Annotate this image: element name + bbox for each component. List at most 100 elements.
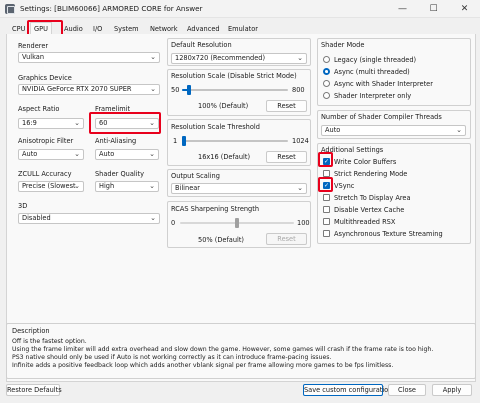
output-scaling-select[interactable]: Bilinear ⌄ — [171, 183, 307, 194]
rcas-sharpening-thumb[interactable] — [235, 218, 239, 228]
rcas-sharpening-label: RCAS Sharpening Strength — [171, 205, 260, 213]
rcas-sharpening-min: 0 — [171, 219, 176, 227]
renderer-label: Renderer — [18, 42, 49, 50]
description-line: Infinite adds a positive feedback loop w… — [12, 362, 394, 369]
chevron-down-icon: ⌄ — [150, 53, 156, 61]
shader-mode-option-interpreter: Shader Interpreter only — [334, 92, 412, 100]
framelimit-highlight — [89, 112, 161, 134]
resolution-scale-reset-button[interactable]: Reset — [266, 100, 307, 112]
app-icon — [5, 4, 15, 14]
strict-rendering-label: Strict Rendering Mode — [334, 170, 408, 178]
three-d-value: Disabled — [22, 214, 51, 222]
description-line: PS3 native should only be used if Auto i… — [12, 354, 332, 361]
save-custom-configuration-button[interactable]: Save custom configuration — [303, 384, 392, 396]
shader-mode-option-async: Async (multi threaded) — [334, 68, 410, 76]
shader-mode-label: Shader Mode — [321, 41, 365, 49]
zcull-accuracy-value: Precise (Slowest — [22, 182, 76, 190]
three-d-select[interactable]: Disabled ⌄ — [18, 213, 160, 224]
shader-quality-label: Shader Quality — [95, 170, 145, 178]
resolution-threshold-max: 1024 — [292, 137, 309, 145]
three-d-label: 3D — [18, 202, 28, 210]
chevron-down-icon: ⌄ — [150, 85, 156, 93]
resolution-threshold-slider[interactable] — [182, 140, 288, 142]
tab-bar: CPU GPU Audio I/O System Network Advance… — [6, 21, 476, 36]
anisotropic-filter-value: Auto — [22, 150, 38, 158]
renderer-select[interactable]: Vulkan ⌄ — [18, 52, 160, 63]
description-line: Using the frame limiter will add extra o… — [12, 346, 434, 353]
description-line: Off is the fastest option. — [12, 338, 87, 345]
async-texture-streaming-checkbox[interactable] — [323, 230, 330, 237]
resolution-threshold-reset-button[interactable]: Reset — [266, 151, 307, 163]
description-label: Description — [12, 327, 50, 335]
chevron-down-icon: ⌄ — [74, 150, 80, 158]
anisotropic-filter-select[interactable]: Auto ⌄ — [18, 149, 84, 160]
resolution-threshold-label: Resolution Scale Threshold — [171, 123, 260, 131]
zcull-accuracy-select[interactable]: Precise (Slowest ⌄ — [18, 181, 84, 192]
compiler-threads-select[interactable]: Auto ⌄ — [321, 125, 466, 136]
resolution-scale-min: 50 — [171, 86, 180, 94]
default-resolution-select[interactable]: 1280x720 (Recommended) ⌄ — [171, 53, 307, 64]
rcas-sharpening-reset-button[interactable]: Reset — [266, 233, 307, 245]
title-bar: Settings: [BLIM60066] ARMORED CORE for A… — [0, 0, 480, 18]
resolution-scale-max: 800 — [292, 86, 305, 94]
shader-mode-option-legacy: Legacy (single threaded) — [334, 56, 417, 64]
shader-mode-radio-interpreter[interactable] — [323, 92, 330, 99]
resolution-threshold-min: 1 — [173, 137, 178, 145]
anti-aliasing-label: Anti-Aliasing — [95, 137, 137, 145]
shader-mode-radio-async[interactable] — [323, 68, 330, 75]
write-color-buffers-highlight — [318, 152, 333, 167]
anti-aliasing-value: Auto — [99, 150, 115, 158]
chevron-down-icon: ⌄ — [149, 150, 155, 158]
multithreaded-rsx-label: Multithreaded RSX — [334, 218, 396, 226]
resolution-scale-thumb[interactable] — [187, 85, 192, 95]
output-scaling-value: Bilinear — [175, 184, 201, 192]
shader-mode-radio-async-interpreter[interactable] — [323, 80, 330, 87]
disable-vertex-cache-checkbox[interactable] — [323, 206, 330, 213]
chevron-down-icon: ⌄ — [297, 184, 303, 192]
minimize-button[interactable]: — — [387, 0, 418, 18]
anisotropic-filter-label: Anisotropic Filter — [18, 137, 74, 145]
chevron-down-icon: ⌄ — [149, 182, 155, 190]
apply-button[interactable]: Apply — [432, 384, 472, 396]
chevron-down-icon: ⌄ — [74, 182, 80, 190]
aspect-ratio-label: Aspect Ratio — [18, 105, 60, 113]
shader-quality-select[interactable]: High ⌄ — [95, 181, 159, 192]
stretch-display-label: Stretch To Display Area — [334, 194, 411, 202]
resolution-scale-value: 100% (Default) — [198, 102, 249, 110]
resolution-scale-label: Resolution Scale (Disable Strict Mode) — [171, 72, 297, 80]
write-color-buffers-label: Write Color Buffers — [334, 158, 397, 166]
zcull-accuracy-label: ZCULL Accuracy — [18, 170, 72, 178]
rcas-sharpening-value: 50% (Default) — [198, 236, 244, 244]
disable-vertex-cache-label: Disable Vertex Cache — [334, 206, 405, 214]
stretch-display-checkbox[interactable] — [323, 194, 330, 201]
resolution-threshold-thumb[interactable] — [181, 136, 186, 146]
compiler-threads-label: Number of Shader Compiler Threads — [321, 113, 442, 121]
shader-mode-option-async-interpreter: Async with Shader Interpreter — [334, 80, 433, 88]
close-window-button[interactable]: ✕ — [449, 0, 480, 18]
chevron-down-icon: ⌄ — [74, 119, 80, 127]
default-resolution-label: Default Resolution — [171, 41, 232, 49]
graphics-device-label: Graphics Device — [18, 74, 72, 82]
close-button[interactable]: Close — [388, 384, 426, 396]
restore-defaults-button[interactable]: Restore Defaults — [6, 384, 62, 396]
multithreaded-rsx-checkbox[interactable] — [323, 218, 330, 225]
window-title: Settings: [BLIM60066] ARMORED CORE for A… — [20, 4, 203, 13]
chevron-down-icon: ⌄ — [297, 54, 303, 62]
maximize-button[interactable]: ☐ — [418, 0, 449, 18]
chevron-down-icon: ⌄ — [150, 214, 156, 222]
strict-rendering-checkbox[interactable] — [323, 170, 330, 177]
graphics-device-select[interactable]: NVIDIA GeForce RTX 2070 SUPER ⌄ — [18, 84, 160, 95]
async-texture-streaming-label: Asynchronous Texture Streaming — [334, 230, 443, 238]
shader-mode-radio-legacy[interactable] — [323, 56, 330, 63]
resolution-threshold-value: 16x16 (Default) — [198, 153, 251, 161]
default-resolution-value: 1280x720 (Recommended) — [175, 54, 266, 62]
rcas-sharpening-max: 100 — [297, 219, 310, 227]
output-scaling-label: Output Scaling — [171, 172, 220, 180]
aspect-ratio-select[interactable]: 16:9 ⌄ — [18, 118, 84, 129]
resolution-scale-slider[interactable] — [182, 89, 288, 91]
aspect-ratio-value: 16:9 — [22, 119, 37, 127]
anti-aliasing-select[interactable]: Auto ⌄ — [95, 149, 159, 160]
shader-quality-value: High — [99, 182, 115, 190]
vsync-highlight — [318, 177, 333, 192]
renderer-value: Vulkan — [22, 53, 44, 61]
